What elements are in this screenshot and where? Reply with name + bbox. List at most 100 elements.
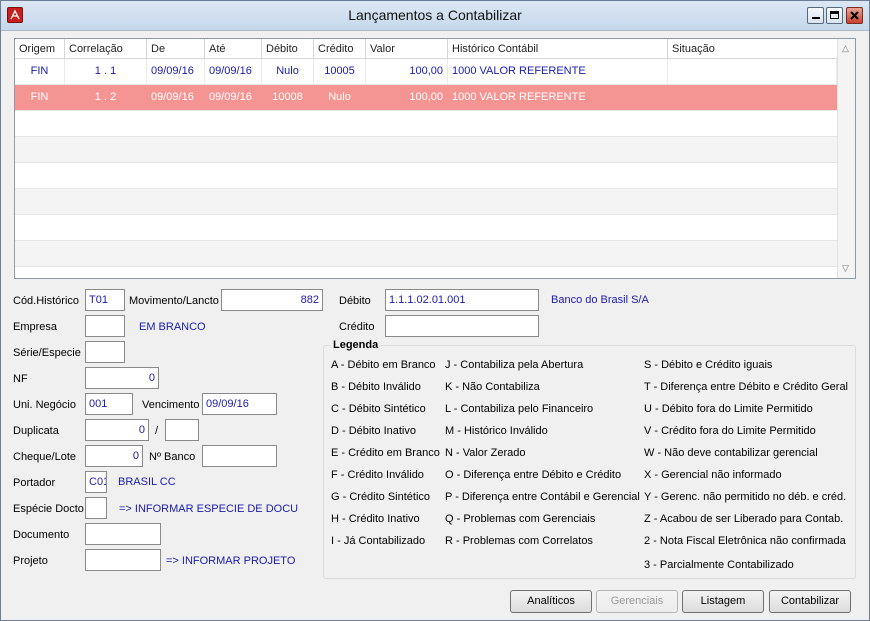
table-row-selected[interactable]: FIN 1 . 2 09/09/16 09/09/16 10008 Nulo 1… — [15, 85, 837, 111]
close-button[interactable] — [846, 7, 863, 24]
gerenciais-button[interactable]: Gerenciais — [596, 590, 678, 613]
projeto-field[interactable] — [85, 549, 161, 571]
projeto-description: => INFORMAR PROJETO — [166, 555, 296, 567]
cell-debito: Nulo — [262, 59, 314, 84]
grid-header: Origem Correlação De Até Débito Crédito … — [15, 39, 837, 59]
table-row-empty — [15, 189, 837, 215]
minimize-button[interactable] — [807, 7, 824, 24]
empresa-description: EM BRANCO — [139, 321, 206, 333]
movimento-lancto-field[interactable]: 882 — [221, 289, 323, 311]
cell-ate: 09/09/16 — [205, 59, 262, 84]
legend-item: T - Diferença entre Débito e Crédito Ger… — [644, 381, 848, 393]
cheque-lote-field[interactable]: 0 — [85, 445, 143, 467]
col-header-ate[interactable]: Até — [205, 39, 262, 59]
legend-item: I - Já Contabilizado — [331, 535, 426, 547]
legend-item: S - Débito e Crédito iguais — [644, 359, 773, 371]
main-window: Lançamentos a Contabilizar Origem Correl… — [0, 0, 870, 621]
portador-field[interactable]: C01 — [85, 471, 107, 493]
cell-situacao — [668, 85, 837, 110]
contabilizar-button[interactable]: Contabilizar — [769, 590, 851, 613]
scroll-down-icon[interactable]: ▽ — [842, 263, 849, 274]
projeto-label: Projeto — [13, 555, 48, 567]
credito-field[interactable] — [385, 315, 539, 337]
maximize-button[interactable] — [826, 7, 843, 24]
cell-origem: FIN — [15, 85, 65, 110]
duplicata-field[interactable]: 0 — [85, 419, 149, 441]
legend-item: E - Crédito em Branco — [331, 447, 440, 459]
legend-item: M - Histórico Inválido — [445, 425, 548, 437]
cell-credito: Nulo — [314, 85, 366, 110]
legend-item: P - Diferença entre Contábil e Gerencial — [445, 491, 640, 503]
grid-vertical-scrollbar[interactable]: △ ▽ — [837, 39, 855, 278]
cell-debito: 10008 — [262, 85, 314, 110]
cell-de: 09/09/16 — [147, 59, 205, 84]
col-header-credito[interactable]: Crédito — [314, 39, 366, 59]
nf-field[interactable]: 0 — [85, 367, 159, 389]
cell-origem: FIN — [15, 59, 65, 84]
col-header-situacao[interactable]: Situação — [668, 39, 837, 59]
cell-historico: 1000 VALOR REFERENTE — [448, 85, 668, 110]
cell-ate: 09/09/16 — [205, 85, 262, 110]
duplicata-parcela-field[interactable] — [165, 419, 199, 441]
documento-field[interactable] — [85, 523, 161, 545]
legend-item: G - Crédito Sintético — [331, 491, 431, 503]
n-banco-label: Nº Banco — [149, 451, 196, 463]
credito-label: Crédito — [339, 321, 375, 333]
cell-correlacao: 1 . 1 — [65, 59, 147, 84]
col-header-historico[interactable]: Histórico Contábil — [448, 39, 668, 59]
table-row-empty — [15, 215, 837, 241]
legend-item: Y - Gerenc. não permitido no déb. e créd… — [644, 491, 847, 503]
cell-de: 09/09/16 — [147, 85, 205, 110]
legend-item: V - Crédito fora do Limite Permitido — [644, 425, 816, 437]
cell-credito: 10005 — [314, 59, 366, 84]
cod-historico-field[interactable]: T01 — [85, 289, 125, 311]
empresa-label: Empresa — [13, 321, 58, 333]
table-row-empty — [15, 111, 837, 137]
window-title: Lançamentos a Contabilizar — [348, 7, 522, 23]
legend-item: 3 - Parcialmente Contabilizado — [644, 559, 794, 571]
duplicata-label: Duplicata — [13, 425, 59, 437]
vencimento-field[interactable]: 09/09/16 — [202, 393, 277, 415]
documento-label: Documento — [13, 529, 70, 541]
legend-item: D - Débito Inativo — [331, 425, 416, 437]
legend-item: L - Contabiliza pelo Financeiro — [445, 403, 594, 415]
especie-docto-description: => INFORMAR ESPECIE DE DOCU — [119, 503, 299, 515]
legend-item: B - Débito Inválido — [331, 381, 421, 393]
legend-item: 2 - Nota Fiscal Eletrônica não confirmad… — [644, 535, 846, 547]
debito-field[interactable]: 1.1.1.02.01.001 — [385, 289, 539, 311]
legend-item: W - Não deve contabilizar gerencial — [644, 447, 818, 459]
table-row[interactable]: FIN 1 . 1 09/09/16 09/09/16 Nulo 10005 1… — [15, 59, 837, 85]
uni-negocio-field[interactable]: 001 — [85, 393, 133, 415]
cheque-lote-label: Cheque/Lote — [13, 451, 76, 463]
legend-item: H - Crédito Inativo — [331, 513, 420, 525]
col-header-valor[interactable]: Valor — [366, 39, 448, 59]
legend-item: F - Crédito Inválido — [331, 469, 424, 481]
portador-label: Portador — [13, 477, 56, 489]
col-header-de[interactable]: De — [147, 39, 205, 59]
cell-historico: 1000 VALOR REFERENTE — [448, 59, 668, 84]
serie-especie-field[interactable] — [85, 341, 125, 363]
scroll-up-icon[interactable]: △ — [842, 43, 849, 54]
cell-situacao — [668, 59, 837, 84]
entries-grid[interactable]: Origem Correlação De Até Débito Crédito … — [14, 38, 856, 279]
empresa-field[interactable] — [85, 315, 125, 337]
serie-especie-label: Série/Especie — [13, 347, 81, 359]
close-icon — [850, 11, 859, 20]
listagem-button[interactable]: Listagem — [682, 590, 764, 613]
n-banco-field[interactable] — [202, 445, 277, 467]
debito-description: Banco do Brasil S/A — [551, 294, 649, 306]
title-bar: Lançamentos a Contabilizar — [1, 1, 869, 31]
legend-title: Legenda — [331, 339, 381, 351]
maximize-icon — [830, 11, 839, 19]
cod-historico-label: Cód.Histórico — [13, 295, 80, 307]
legend-item: C - Débito Sintético — [331, 403, 426, 415]
analiticos-button[interactable]: Analíticos — [510, 590, 592, 613]
legend-item: N - Valor Zerado — [445, 447, 526, 459]
col-header-debito[interactable]: Débito — [262, 39, 314, 59]
col-header-origem[interactable]: Origem — [15, 39, 65, 59]
table-row-empty — [15, 137, 837, 163]
especie-docto-field[interactable] — [85, 497, 107, 519]
col-header-correlacao[interactable]: Correlação — [65, 39, 147, 59]
legend-item: X - Gerencial não informado — [644, 469, 782, 481]
minimize-icon — [812, 17, 820, 19]
